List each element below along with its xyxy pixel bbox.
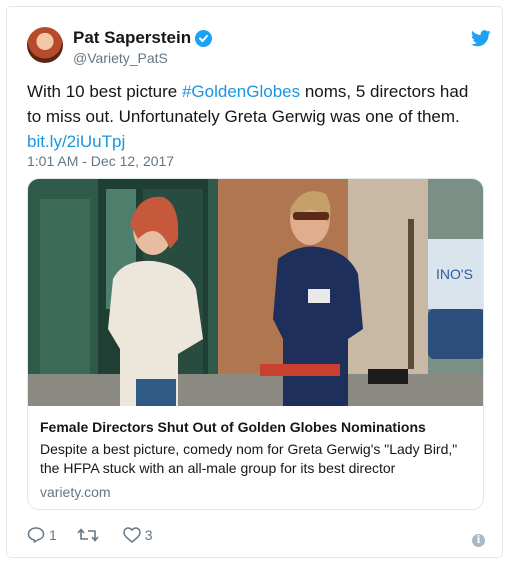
twitter-bird-icon[interactable] [471, 30, 491, 47]
retweet-icon [77, 528, 99, 542]
like-icon [123, 527, 141, 543]
info-icon[interactable]: i [472, 534, 485, 547]
tweet-text-part1: With 10 best picture [27, 82, 182, 101]
card-title[interactable]: Female Directors Shut Out of Golden Glob… [40, 419, 426, 435]
reply-button[interactable]: 1 [27, 527, 57, 543]
link-preview-card[interactable]: INO'S Female Directors Shut Out of Golde… [27, 178, 484, 510]
verified-badge-icon [195, 29, 213, 47]
retweet-button[interactable] [77, 527, 103, 543]
card-image: INO'S [28, 179, 483, 406]
tweet-text: With 10 best picture #GoldenGlobes noms,… [27, 79, 487, 154]
tweet-actions: 1 3 [27, 527, 153, 543]
reply-icon [27, 527, 45, 543]
card-description: Despite a best picture, comedy nom for G… [40, 441, 458, 476]
store-sign-text: INO'S [436, 266, 473, 282]
user-handle[interactable]: @Variety_PatS [73, 50, 168, 66]
user-display-name-row[interactable]: Pat Saperstein [73, 28, 213, 48]
like-count: 3 [144, 527, 153, 543]
like-button[interactable]: 3 [123, 527, 153, 543]
tweet-card[interactable]: Pat Saperstein @Variety_PatS With 10 bes… [6, 6, 503, 558]
short-link[interactable]: bit.ly/2iUuTpj [27, 132, 125, 151]
timestamp[interactable]: 1:01 AM - Dec 12, 2017 [27, 153, 174, 169]
avatar[interactable] [27, 27, 63, 63]
card-domain[interactable]: variety.com [40, 484, 111, 500]
reply-count: 1 [49, 527, 57, 543]
user-display-name[interactable]: Pat Saperstein [73, 28, 191, 48]
hashtag-link[interactable]: #GoldenGlobes [182, 82, 300, 101]
